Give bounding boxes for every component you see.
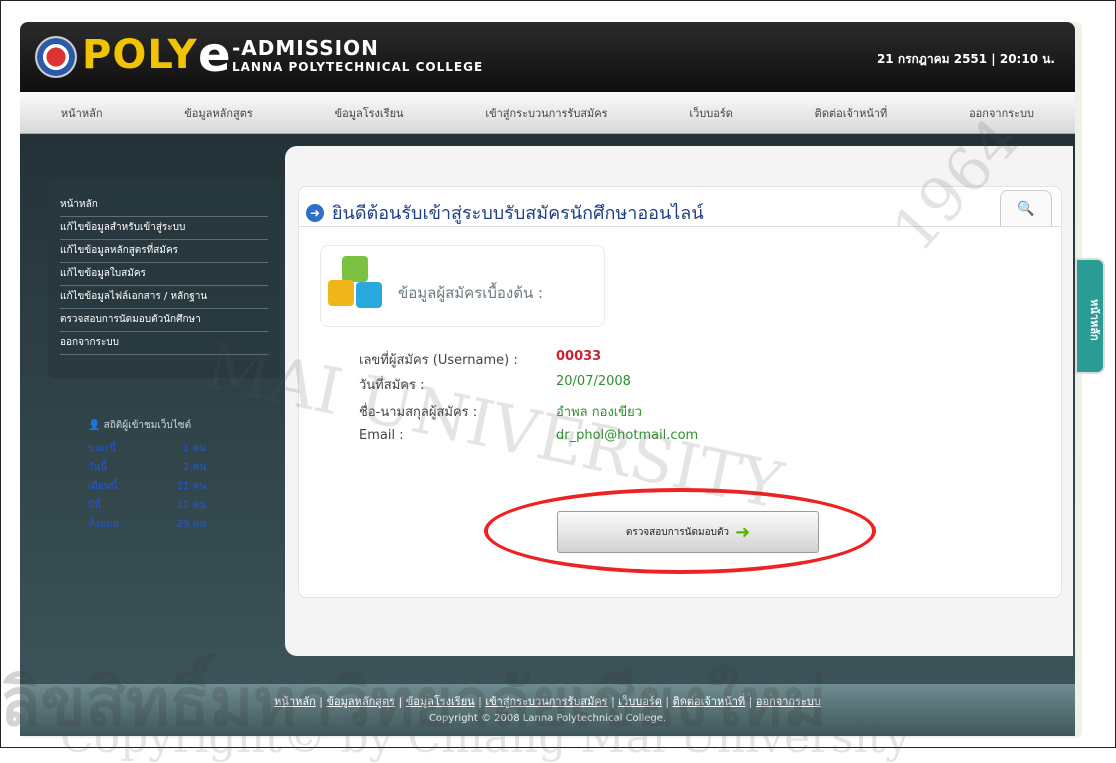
sidebar-item-edit-course[interactable]: แก้ไขข้อมูลหลักสูตรที่สมัคร	[60, 240, 268, 263]
nav-webboard[interactable]: เว็บบอร์ด	[689, 104, 733, 122]
applicant-info-label: ข้อมูลผู้สมัครเบื้องต้น :	[398, 284, 544, 302]
logo-brand: POLY	[82, 32, 198, 78]
nav-school[interactable]: ข้อมูลโรงเรียน	[335, 104, 404, 122]
arrow-right-circle-icon: ➜	[306, 203, 324, 222]
apply-date-value: 20/07/2008	[556, 374, 631, 389]
logo-e: e	[198, 27, 231, 83]
sidebar-menu: หน้าหลัก แก้ไขข้อมูลสำหรับเข้าสู่ระบบ แก…	[48, 178, 280, 378]
divider	[298, 226, 1062, 227]
footer-link-home[interactable]: หน้าหลัก	[274, 695, 316, 708]
header: POLY e -ADMISSION LANNA POLYTECHNICAL CO…	[20, 22, 1075, 92]
email-label: Email :	[359, 428, 404, 443]
page-title: ยินดีต้อนรับเข้าสู่ระบบรับสมัครนักศึกษาอ…	[332, 203, 704, 224]
nav-courses[interactable]: ข้อมูลหลักสูตร	[184, 104, 253, 122]
side-tab-home[interactable]: หน้าหลัก	[1075, 258, 1105, 374]
stat-row: ทั้งหมด 29 คน	[88, 519, 206, 530]
apply-date-label: วันที่สมัคร :	[359, 378, 425, 393]
footer-link-contact[interactable]: ติดต่อเจ้าหน้าที่	[673, 695, 746, 708]
copyright: Copyright © 2008 Lanna Polytechnical Col…	[428, 713, 667, 724]
magnifier-icon: 🔍	[1017, 200, 1035, 217]
stat-row: ปีนี้ 12 คน	[88, 500, 206, 511]
cubes-icon	[326, 254, 388, 314]
footer-link-webboard[interactable]: เว็บบอร์ด	[618, 695, 662, 708]
college-emblem-icon	[35, 36, 77, 78]
visitor-stats: 👤 สถิติผู้เข้าชมเว็บไซต์ ขณะนี้ 1 คน วันน…	[88, 418, 238, 534]
sidebar-item-check-appointment[interactable]: ตรวจสอบการนัดมอบตัวนักศึกษา	[60, 309, 268, 332]
sidebar-item-logout[interactable]: ออกจากระบบ	[60, 332, 268, 355]
footer-links: หน้าหลัก | ข้อมูลหลักสูตร | ข้อมูลโรงเรี…	[274, 695, 821, 708]
welcome-title: ➜ ยินดีต้อนรับเข้าสู่ระบบรับสมัครนักศึกษ…	[306, 198, 704, 227]
email-value: dr_phol@hotmail.com	[556, 428, 699, 443]
red-highlight-ellipse	[484, 488, 876, 574]
nav-contact[interactable]: ติดต่อเจ้าหน้าที่	[815, 104, 888, 122]
footer-link-logout[interactable]: ออกจากระบบ	[756, 695, 821, 708]
sidebar-item-edit-application[interactable]: แก้ไขข้อมูลใบสมัคร	[60, 263, 268, 286]
footer-link-apply[interactable]: เข้าสู่กระบวนการรับสมัคร	[485, 695, 607, 708]
sidebar-item-home[interactable]: หน้าหลัก	[60, 194, 268, 217]
top-nav: หน้าหลัก ข้อมูลหลักสูตร ข้อมูลโรงเรียน เ…	[20, 92, 1075, 134]
logo-subtitle: LANNA POLYTECHNICAL COLLEGE	[232, 60, 484, 74]
nav-logout[interactable]: ออกจากระบบ	[969, 104, 1034, 122]
footer: หน้าหลัก | ข้อมูลหลักสูตร | ข้อมูลโรงเรี…	[20, 684, 1075, 736]
nav-apply[interactable]: เข้าสู่กระบวนการรับสมัคร	[485, 104, 607, 122]
name-value: อำพล กองเขียว	[556, 405, 643, 420]
name-label: ชื่อ-นามสกุลผู้สมัคร :	[359, 405, 478, 420]
stat-row: วันนี้ 2 คน	[88, 462, 206, 473]
stat-row: เดือนนี้ 11 คน	[88, 481, 206, 492]
stats-title: สถิติผู้เข้าชมเว็บไซต์	[103, 420, 192, 431]
person-icon: 👤	[88, 420, 101, 431]
sidebar-item-edit-documents[interactable]: แก้ไขข้อมูลไฟล์เอกสาร / หลักฐาน	[60, 286, 268, 309]
stat-row: ขณะนี้ 1 คน	[88, 443, 206, 454]
datetime: 21 กรกฎาคม 2551 | 20:10 น.	[876, 52, 1055, 66]
footer-link-school[interactable]: ข้อมูลโรงเรียน	[406, 695, 475, 708]
nav-home[interactable]: หน้าหลัก	[61, 104, 103, 122]
logo-suffix: -ADMISSION	[232, 36, 379, 60]
username-label: เลขที่ผู้สมัคร (Username) :	[359, 353, 518, 368]
zoom-tab[interactable]: 🔍	[1000, 190, 1052, 226]
sidebar-item-edit-login[interactable]: แก้ไขข้อมูลสำหรับเข้าสู่ระบบ	[60, 217, 268, 240]
footer-link-courses[interactable]: ข้อมูลหลักสูตร	[326, 695, 395, 708]
username-value: 00033	[556, 349, 602, 364]
